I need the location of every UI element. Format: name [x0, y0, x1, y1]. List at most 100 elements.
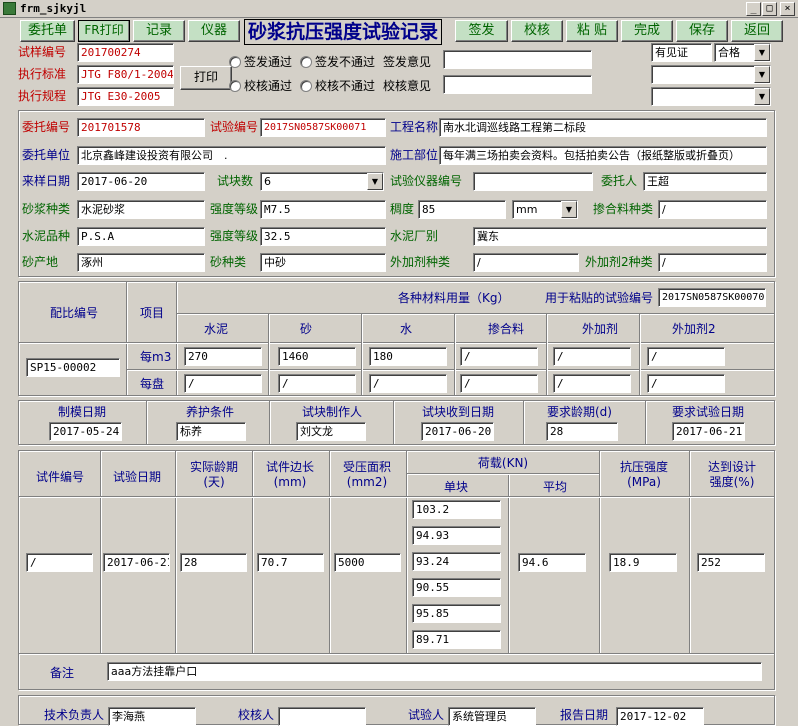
actual-age-field[interactable]: 28 [180, 553, 247, 572]
select-3[interactable]: ▼ [651, 87, 771, 106]
per-m3-water[interactable]: 180 [369, 347, 447, 366]
per-batch-additive2[interactable]: / [647, 374, 725, 393]
curing-cond-field[interactable]: 标养 [176, 422, 246, 441]
sand-type-label: 砂种类 [210, 255, 247, 269]
load-6[interactable]: 89.71 [412, 630, 501, 649]
maker-field[interactable]: 刘文龙 [296, 422, 366, 441]
per-m3-cement[interactable]: 270 [184, 347, 262, 366]
sand-type-field[interactable]: 中砂 [260, 253, 386, 272]
load-2[interactable]: 94.93 [412, 526, 501, 545]
consistency-field[interactable]: 85 [418, 200, 506, 219]
mix-no-field[interactable]: SP15-00002 [26, 358, 120, 377]
per-batch-water[interactable]: / [369, 374, 447, 393]
test-date-field[interactable]: 2017-06-21 [103, 553, 170, 572]
fr-print-button[interactable]: FR打印 [78, 20, 130, 42]
sign-opinion-field[interactable] [443, 50, 592, 69]
checker-field[interactable] [278, 707, 366, 726]
per-m3-additive[interactable]: / [553, 347, 631, 366]
record-button[interactable]: 记录 [133, 20, 185, 42]
percent-field[interactable]: 252 [697, 553, 765, 572]
project-label: 工程名称 [390, 120, 439, 134]
cement-type-label: 水泥品种 [22, 229, 71, 243]
per-batch-cement[interactable]: / [184, 374, 262, 393]
sample-no-field[interactable]: 20170027​4 [77, 43, 174, 62]
remark-field[interactable]: aaa方法挂靠户口 [107, 662, 762, 681]
block-count-select[interactable]: 6 ▼ [260, 172, 384, 191]
procedure-field[interactable]: JTG E30-2005 [77, 87, 174, 106]
client-field[interactable]: 王超 [643, 172, 767, 191]
req-date-field[interactable]: 2017-06-21 [672, 422, 745, 441]
entrust-no-field[interactable]: 201701578 [77, 118, 205, 137]
per-m3-admixture[interactable]: / [460, 347, 538, 366]
standard-field[interactable]: JTG F80/1-2004 [77, 65, 174, 84]
paste-test-no-field[interactable]: 2017SN0587SK00070 [658, 288, 766, 307]
cement-grade-field[interactable]: 32.5 [260, 227, 386, 246]
load-5[interactable]: 95.85 [412, 604, 501, 623]
print-button[interactable]: 打印 [180, 66, 232, 90]
back-button[interactable]: 返回 [731, 20, 783, 42]
strength-grade-field[interactable]: M7.5 [260, 200, 386, 219]
load-3[interactable]: 93.24 [412, 552, 501, 571]
select-2[interactable]: ▼ [651, 65, 771, 84]
area-field[interactable]: 5000 [334, 553, 401, 572]
per-batch-additive[interactable]: / [553, 374, 631, 393]
sample-date-field[interactable]: 2017-06-20 [77, 172, 205, 191]
project-field[interactable]: 南水北调巡线路工程第二标段 [439, 118, 767, 137]
per-batch-admixture[interactable]: / [460, 374, 538, 393]
specimen-no-field[interactable]: / [26, 553, 93, 572]
qualified-select[interactable]: 合格 ▼ [714, 43, 771, 62]
received-label: 试块收到日期 [422, 405, 495, 419]
age-field[interactable]: 28 [546, 422, 618, 441]
divider [269, 401, 270, 444]
unit-field[interactable]: 北京鑫峰建设投资有限公司 . [77, 146, 386, 165]
sign-pass-radio[interactable] [229, 56, 241, 68]
side-field[interactable]: 70.7 [257, 553, 324, 572]
consistency-unit-select[interactable]: mm ▼ [512, 200, 578, 219]
per-m3-sand[interactable]: 1460 [278, 347, 356, 366]
test-no-field[interactable]: 2017SN0587SK00071 [260, 118, 386, 137]
check-pass-radio[interactable] [229, 80, 241, 92]
instrument-button[interactable]: 仪器 [188, 20, 240, 42]
received-field[interactable]: 2017-06-20 [421, 422, 494, 441]
witness-field[interactable]: 有见证 [651, 43, 712, 62]
maximize-button[interactable]: □ [762, 2, 777, 16]
mold-date-field[interactable]: 2017-05-24 [49, 422, 122, 441]
chevron-down-icon[interactable]: ▼ [367, 173, 383, 190]
divider [146, 401, 147, 444]
load-1[interactable]: 103.2 [412, 500, 501, 519]
additive-type-field[interactable]: / [473, 253, 579, 272]
close-button[interactable]: × [780, 2, 795, 16]
cement-type-field[interactable]: P.S.A [77, 227, 205, 246]
check-opinion-field[interactable] [443, 75, 592, 94]
sign-fail-radio[interactable] [300, 56, 312, 68]
save-button[interactable]: 保存 [676, 20, 728, 42]
finish-button[interactable]: 完成 [621, 20, 673, 42]
check-fail-radio[interactable] [300, 80, 312, 92]
tester-field[interactable]: 系统管理员 [448, 707, 536, 726]
chevron-down-icon[interactable]: ▼ [754, 44, 770, 61]
strength-field[interactable]: 18.9 [609, 553, 677, 572]
check-button[interactable]: 校核 [511, 20, 563, 42]
sign-button[interactable]: 签发 [455, 20, 508, 42]
minimize-button[interactable]: _ [746, 2, 761, 16]
sand-origin-field[interactable]: 涿州 [77, 253, 205, 272]
entrust-button[interactable]: 委托单 [20, 20, 75, 42]
admixture-type-field[interactable]: / [658, 200, 767, 219]
tech-field[interactable]: 李海燕 [108, 707, 196, 726]
mortar-type-field[interactable]: 水泥砂浆 [77, 200, 205, 219]
load-4[interactable]: 90.55 [412, 578, 501, 597]
instrument-no-field[interactable] [473, 172, 593, 191]
per-batch-sand[interactable]: / [278, 374, 356, 393]
chevron-down-icon[interactable]: ▼ [561, 201, 577, 218]
additive2-type-field[interactable]: / [658, 253, 767, 272]
divider [19, 653, 774, 654]
chevron-down-icon[interactable]: ▼ [754, 66, 770, 83]
per-m3-additive2[interactable]: / [647, 347, 725, 366]
site-field[interactable]: 每年满三场拍卖会资料。包括拍卖公告（报纸整版或折叠页） [439, 146, 767, 165]
paste-button[interactable]: 粘 贴 [566, 20, 618, 42]
report-date-field[interactable]: 2017-12-02 [616, 707, 704, 726]
col-sand: 砂 [300, 322, 313, 336]
cement-factory-field[interactable]: 冀东 [473, 227, 767, 246]
chevron-down-icon[interactable]: ▼ [754, 88, 770, 105]
avg-field[interactable]: 94.6 [518, 553, 586, 572]
